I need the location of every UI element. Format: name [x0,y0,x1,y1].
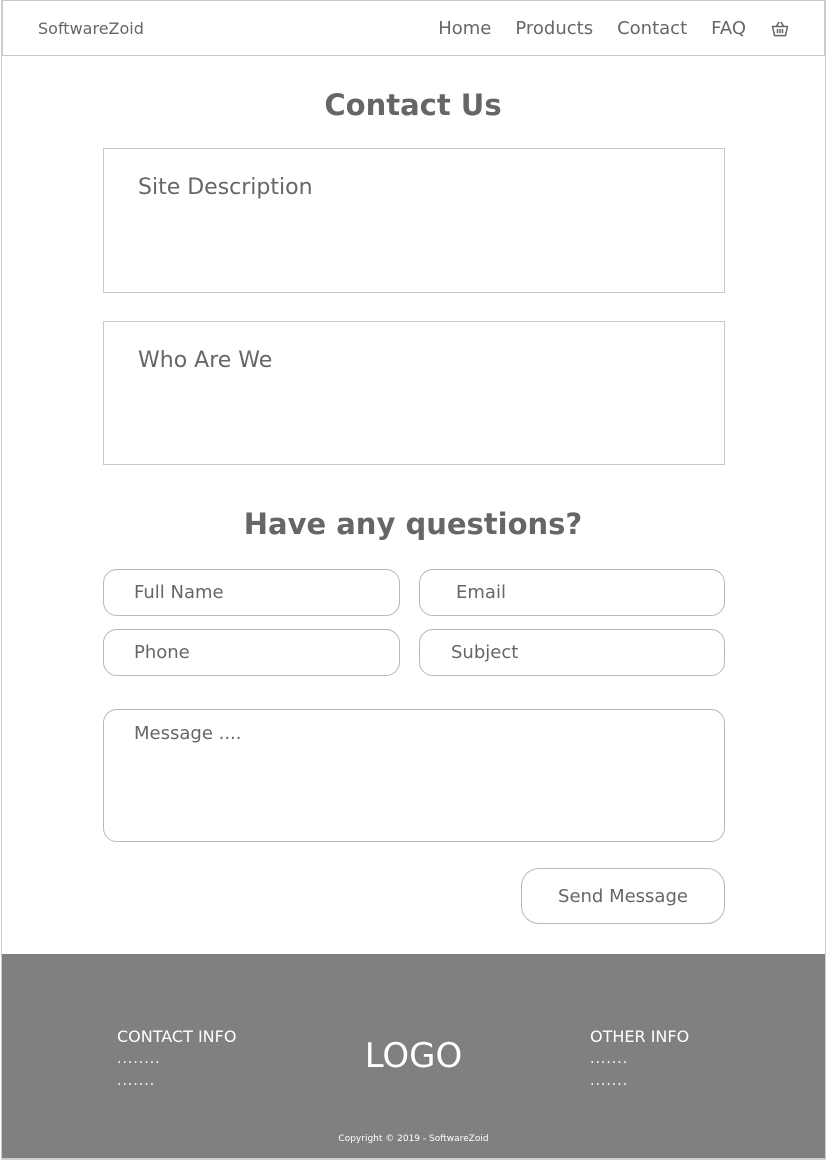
form-title: Have any questions? [243,507,583,541]
site-footer: CONTACT INFO ........ ....... LOGO OTHER… [2,954,825,1158]
site-header: SoftwareZoid Home Products Contact FAQ [2,0,825,56]
nav-products[interactable]: Products [515,18,593,39]
nav-faq[interactable]: FAQ [711,18,746,39]
who-are-we-title: Who Are We [138,348,273,373]
brand-name[interactable]: SoftwareZoid [38,19,144,38]
other-info-line: ....... [590,1051,629,1067]
nav-contact[interactable]: Contact [617,18,687,39]
email-input[interactable] [419,569,725,616]
other-info-heading: OTHER INFO [590,1027,690,1046]
send-message-button[interactable]: Send Message [521,868,725,924]
site-description-box: Site Description [103,148,725,293]
footer-logo: LOGO [364,1036,463,1076]
who-are-we-box: Who Are We [103,321,725,465]
other-info-line: ....... [590,1073,629,1089]
full-name-input[interactable] [103,569,400,616]
phone-input[interactable] [103,629,400,676]
basket-icon[interactable] [770,19,790,39]
nav-home[interactable]: Home [438,18,491,39]
copyright-text: Copyright © 2019 - SoftwareZoid [338,1134,489,1144]
subject-input[interactable] [419,629,725,676]
message-textarea[interactable] [103,709,725,842]
site-description-title: Site Description [138,175,313,200]
main-nav: Home Products Contact FAQ [414,18,790,39]
other-info: OTHER INFO ....... ....... [590,1026,689,1092]
page-title: Contact Us [324,88,502,122]
